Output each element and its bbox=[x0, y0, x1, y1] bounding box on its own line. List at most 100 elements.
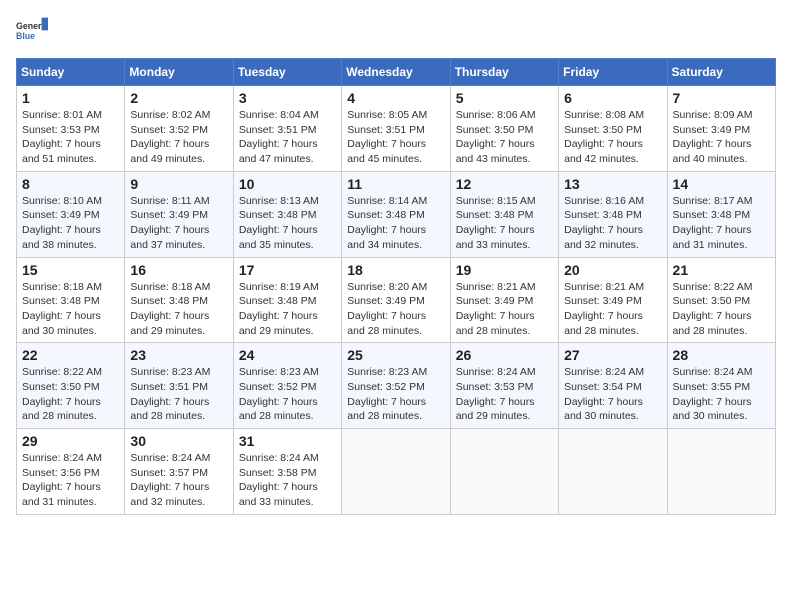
cell-sunset: Sunset: 3:51 PM bbox=[347, 124, 425, 136]
cell-daylight: Daylight: 7 hours and 40 minutes. bbox=[673, 138, 752, 165]
day-number: 15 bbox=[22, 262, 119, 278]
cell-sunrise: Sunrise: 8:24 AM bbox=[673, 366, 753, 378]
calendar-cell: 24 Sunrise: 8:23 AM Sunset: 3:52 PM Dayl… bbox=[233, 343, 341, 429]
calendar-cell: 3 Sunrise: 8:04 AM Sunset: 3:51 PM Dayli… bbox=[233, 86, 341, 172]
day-number: 12 bbox=[456, 176, 553, 192]
cell-sunset: Sunset: 3:49 PM bbox=[456, 295, 534, 307]
cell-sunrise: Sunrise: 8:05 AM bbox=[347, 109, 427, 121]
cell-daylight: Daylight: 7 hours and 28 minutes. bbox=[347, 396, 426, 423]
col-header-wednesday: Wednesday bbox=[342, 59, 450, 86]
cell-sunrise: Sunrise: 8:01 AM bbox=[22, 109, 102, 121]
calendar-cell bbox=[342, 429, 450, 515]
col-header-tuesday: Tuesday bbox=[233, 59, 341, 86]
calendar-cell: 31 Sunrise: 8:24 AM Sunset: 3:58 PM Dayl… bbox=[233, 429, 341, 515]
cell-sunrise: Sunrise: 8:02 AM bbox=[130, 109, 210, 121]
cell-daylight: Daylight: 7 hours and 30 minutes. bbox=[22, 310, 101, 337]
cell-sunrise: Sunrise: 8:04 AM bbox=[239, 109, 319, 121]
day-number: 23 bbox=[130, 347, 227, 363]
cell-daylight: Daylight: 7 hours and 28 minutes. bbox=[456, 310, 535, 337]
cell-daylight: Daylight: 7 hours and 32 minutes. bbox=[564, 224, 643, 251]
calendar-cell bbox=[450, 429, 558, 515]
day-number: 21 bbox=[673, 262, 770, 278]
calendar-cell: 22 Sunrise: 8:22 AM Sunset: 3:50 PM Dayl… bbox=[17, 343, 125, 429]
day-number: 2 bbox=[130, 90, 227, 106]
cell-sunset: Sunset: 3:55 PM bbox=[673, 381, 751, 393]
day-number: 24 bbox=[239, 347, 336, 363]
cell-sunrise: Sunrise: 8:06 AM bbox=[456, 109, 536, 121]
cell-sunset: Sunset: 3:49 PM bbox=[130, 209, 208, 221]
day-number: 16 bbox=[130, 262, 227, 278]
cell-sunset: Sunset: 3:52 PM bbox=[130, 124, 208, 136]
cell-sunrise: Sunrise: 8:13 AM bbox=[239, 195, 319, 207]
cell-sunrise: Sunrise: 8:22 AM bbox=[673, 281, 753, 293]
cell-sunrise: Sunrise: 8:23 AM bbox=[130, 366, 210, 378]
cell-daylight: Daylight: 7 hours and 29 minutes. bbox=[456, 396, 535, 423]
cell-sunrise: Sunrise: 8:22 AM bbox=[22, 366, 102, 378]
cell-sunrise: Sunrise: 8:23 AM bbox=[347, 366, 427, 378]
cell-sunset: Sunset: 3:58 PM bbox=[239, 467, 317, 479]
cell-daylight: Daylight: 7 hours and 28 minutes. bbox=[22, 396, 101, 423]
day-number: 5 bbox=[456, 90, 553, 106]
day-number: 22 bbox=[22, 347, 119, 363]
calendar-cell: 11 Sunrise: 8:14 AM Sunset: 3:48 PM Dayl… bbox=[342, 171, 450, 257]
day-number: 26 bbox=[456, 347, 553, 363]
cell-daylight: Daylight: 7 hours and 28 minutes. bbox=[564, 310, 643, 337]
day-number: 17 bbox=[239, 262, 336, 278]
cell-sunset: Sunset: 3:48 PM bbox=[239, 295, 317, 307]
cell-daylight: Daylight: 7 hours and 35 minutes. bbox=[239, 224, 318, 251]
col-header-sunday: Sunday bbox=[17, 59, 125, 86]
calendar-cell: 19 Sunrise: 8:21 AM Sunset: 3:49 PM Dayl… bbox=[450, 257, 558, 343]
day-number: 18 bbox=[347, 262, 444, 278]
cell-sunrise: Sunrise: 8:09 AM bbox=[673, 109, 753, 121]
calendar-cell: 13 Sunrise: 8:16 AM Sunset: 3:48 PM Dayl… bbox=[559, 171, 667, 257]
calendar-cell: 18 Sunrise: 8:20 AM Sunset: 3:49 PM Dayl… bbox=[342, 257, 450, 343]
calendar-cell: 4 Sunrise: 8:05 AM Sunset: 3:51 PM Dayli… bbox=[342, 86, 450, 172]
calendar-cell: 12 Sunrise: 8:15 AM Sunset: 3:48 PM Dayl… bbox=[450, 171, 558, 257]
calendar-cell: 2 Sunrise: 8:02 AM Sunset: 3:52 PM Dayli… bbox=[125, 86, 233, 172]
cell-sunrise: Sunrise: 8:08 AM bbox=[564, 109, 644, 121]
cell-sunset: Sunset: 3:48 PM bbox=[239, 209, 317, 221]
cell-sunset: Sunset: 3:53 PM bbox=[22, 124, 100, 136]
cell-sunset: Sunset: 3:48 PM bbox=[673, 209, 751, 221]
cell-sunset: Sunset: 3:50 PM bbox=[564, 124, 642, 136]
cell-sunset: Sunset: 3:48 PM bbox=[456, 209, 534, 221]
calendar-cell: 10 Sunrise: 8:13 AM Sunset: 3:48 PM Dayl… bbox=[233, 171, 341, 257]
day-number: 30 bbox=[130, 433, 227, 449]
cell-sunset: Sunset: 3:50 PM bbox=[22, 381, 100, 393]
logo-icon: General Blue bbox=[16, 16, 48, 48]
cell-sunset: Sunset: 3:50 PM bbox=[456, 124, 534, 136]
cell-daylight: Daylight: 7 hours and 30 minutes. bbox=[673, 396, 752, 423]
cell-sunset: Sunset: 3:51 PM bbox=[130, 381, 208, 393]
cell-daylight: Daylight: 7 hours and 30 minutes. bbox=[564, 396, 643, 423]
calendar-cell: 25 Sunrise: 8:23 AM Sunset: 3:52 PM Dayl… bbox=[342, 343, 450, 429]
cell-sunset: Sunset: 3:50 PM bbox=[673, 295, 751, 307]
cell-daylight: Daylight: 7 hours and 28 minutes. bbox=[347, 310, 426, 337]
calendar-cell: 15 Sunrise: 8:18 AM Sunset: 3:48 PM Dayl… bbox=[17, 257, 125, 343]
cell-daylight: Daylight: 7 hours and 51 minutes. bbox=[22, 138, 101, 165]
calendar-cell: 21 Sunrise: 8:22 AM Sunset: 3:50 PM Dayl… bbox=[667, 257, 775, 343]
cell-sunrise: Sunrise: 8:24 AM bbox=[456, 366, 536, 378]
calendar-week-row: 8 Sunrise: 8:10 AM Sunset: 3:49 PM Dayli… bbox=[17, 171, 776, 257]
cell-sunset: Sunset: 3:48 PM bbox=[22, 295, 100, 307]
day-number: 11 bbox=[347, 176, 444, 192]
day-number: 9 bbox=[130, 176, 227, 192]
cell-sunrise: Sunrise: 8:24 AM bbox=[239, 452, 319, 464]
cell-sunrise: Sunrise: 8:18 AM bbox=[22, 281, 102, 293]
calendar-cell: 29 Sunrise: 8:24 AM Sunset: 3:56 PM Dayl… bbox=[17, 429, 125, 515]
cell-sunset: Sunset: 3:49 PM bbox=[564, 295, 642, 307]
calendar-cell: 20 Sunrise: 8:21 AM Sunset: 3:49 PM Dayl… bbox=[559, 257, 667, 343]
cell-sunrise: Sunrise: 8:14 AM bbox=[347, 195, 427, 207]
cell-daylight: Daylight: 7 hours and 33 minutes. bbox=[456, 224, 535, 251]
calendar-cell bbox=[559, 429, 667, 515]
calendar-cell: 5 Sunrise: 8:06 AM Sunset: 3:50 PM Dayli… bbox=[450, 86, 558, 172]
cell-sunrise: Sunrise: 8:17 AM bbox=[673, 195, 753, 207]
cell-sunset: Sunset: 3:52 PM bbox=[347, 381, 425, 393]
cell-daylight: Daylight: 7 hours and 28 minutes. bbox=[673, 310, 752, 337]
cell-sunset: Sunset: 3:49 PM bbox=[673, 124, 751, 136]
cell-daylight: Daylight: 7 hours and 37 minutes. bbox=[130, 224, 209, 251]
cell-sunrise: Sunrise: 8:21 AM bbox=[564, 281, 644, 293]
cell-sunrise: Sunrise: 8:24 AM bbox=[564, 366, 644, 378]
calendar-cell: 1 Sunrise: 8:01 AM Sunset: 3:53 PM Dayli… bbox=[17, 86, 125, 172]
cell-sunset: Sunset: 3:53 PM bbox=[456, 381, 534, 393]
cell-sunrise: Sunrise: 8:24 AM bbox=[22, 452, 102, 464]
